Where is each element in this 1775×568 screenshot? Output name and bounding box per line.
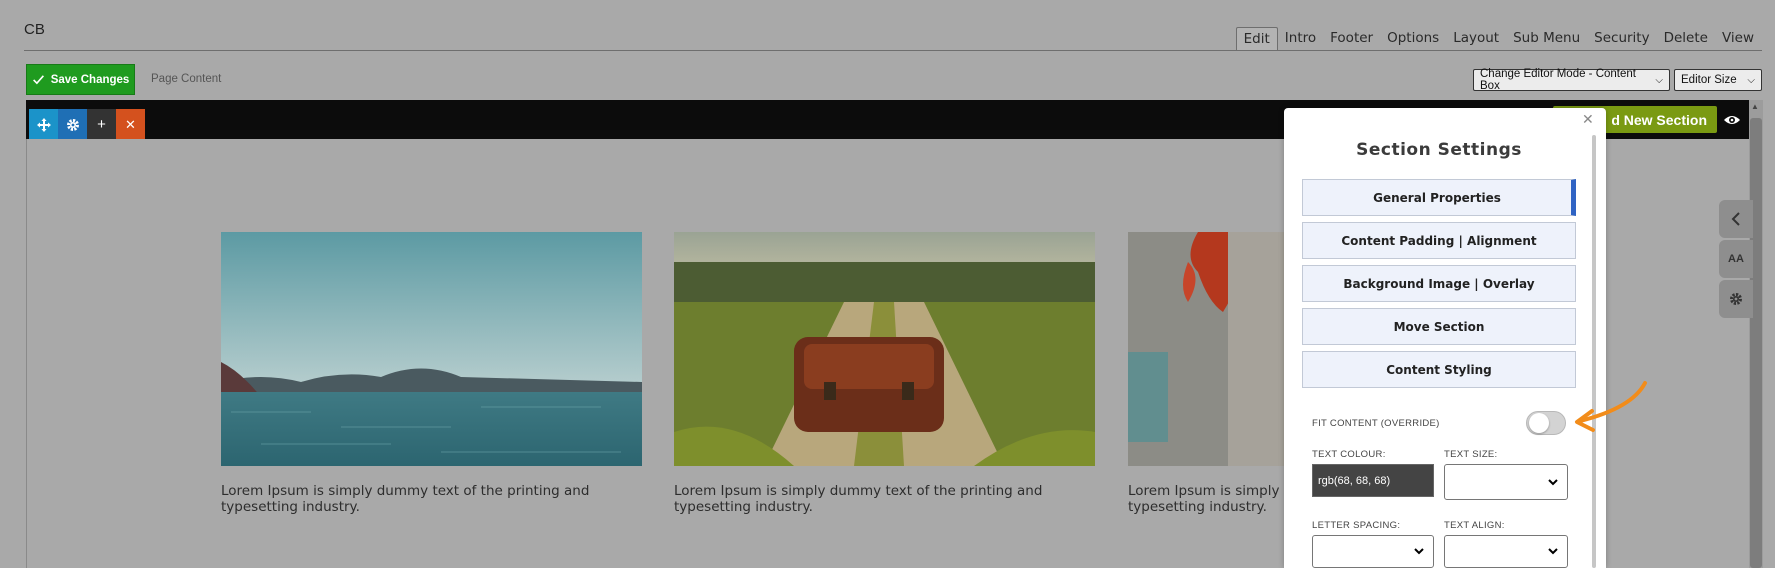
header-divider xyxy=(24,50,1762,51)
chevron-left-icon[interactable] xyxy=(1719,200,1753,238)
add-section-label: d New Section xyxy=(1611,111,1707,128)
editor-size-value: Editor Size xyxy=(1681,74,1737,86)
chevron-down-icon: ⌵ xyxy=(1655,74,1663,86)
fit-content-label: FIT CONTENT (OVERRIDE) xyxy=(1312,418,1440,429)
content-styling-button[interactable]: Content Styling xyxy=(1302,351,1576,388)
tab-sub-menu[interactable]: Sub Menu xyxy=(1506,27,1587,51)
gear-icon[interactable] xyxy=(1719,280,1753,318)
letter-spacing-label: LETTER SPACING: xyxy=(1312,520,1401,531)
content-padding-button[interactable]: Content Padding | Alignment xyxy=(1302,222,1576,259)
page-scroll-thumb[interactable] xyxy=(1750,118,1762,568)
general-properties-button[interactable]: General Properties xyxy=(1302,179,1576,216)
chevron-down-icon xyxy=(1548,478,1558,485)
card-image-bag xyxy=(674,232,1095,466)
card-text-3: Lorem Ipsum is simply typesetting indust… xyxy=(1128,483,1288,515)
chevron-down-icon xyxy=(1548,548,1558,555)
main-nav-tabs: Edit Intro Footer Options Layout Sub Men… xyxy=(1235,27,1761,51)
move-section-button[interactable]: Move Section xyxy=(1302,308,1576,345)
move-icon[interactable] xyxy=(29,109,58,140)
panel-scrollbar[interactable] xyxy=(1592,135,1596,568)
tab-footer[interactable]: Footer xyxy=(1323,27,1380,51)
letter-spacing-select[interactable] xyxy=(1312,535,1434,568)
save-changes-button[interactable]: Save Changes xyxy=(26,64,135,95)
tab-view[interactable]: View xyxy=(1715,27,1761,51)
editor-size-select[interactable]: Editor Size ⌵ xyxy=(1674,69,1762,91)
chevron-down-icon: ⌵ xyxy=(1747,74,1755,86)
scroll-up-icon[interactable]: ▲ xyxy=(1751,102,1759,111)
site-name: CB xyxy=(24,21,45,38)
side-tabs: AA xyxy=(1719,200,1753,320)
tab-intro[interactable]: Intro xyxy=(1278,27,1323,51)
tab-options[interactable]: Options xyxy=(1380,27,1446,51)
text-colour-input[interactable]: rgb(68, 68, 68) xyxy=(1312,464,1434,497)
card-image-leaf xyxy=(1128,232,1288,466)
checkmark-icon xyxy=(32,75,44,85)
text-align-label: TEXT ALIGN: xyxy=(1444,520,1505,531)
card-text-3-line-2: typesetting industry. xyxy=(1128,499,1267,515)
section-tools: + ✕ xyxy=(29,109,145,140)
toggle-knob[interactable] xyxy=(1529,413,1549,433)
save-changes-label: Save Changes xyxy=(50,73,130,86)
tab-security[interactable]: Security xyxy=(1587,27,1656,51)
tab-delete[interactable]: Delete xyxy=(1657,27,1715,51)
text-size-label: TEXT SIZE: xyxy=(1444,449,1498,460)
gear-icon[interactable] xyxy=(58,109,87,140)
chevron-down-icon xyxy=(1414,548,1424,555)
close-icon[interactable]: ✕ xyxy=(116,109,145,140)
background-image-button[interactable]: Background Image | Overlay xyxy=(1302,265,1576,302)
font-size-label: AA xyxy=(1728,253,1744,265)
eye-icon[interactable] xyxy=(1723,111,1741,129)
card-image-sea xyxy=(221,232,642,466)
close-icon[interactable]: ✕ xyxy=(1582,111,1594,128)
editor-mode-select[interactable]: Change Editor Mode - Content Box ⌵ xyxy=(1473,68,1670,92)
tab-edit[interactable]: Edit xyxy=(1235,27,1278,51)
panel-title: Section Settings xyxy=(1356,140,1522,160)
font-size-icon[interactable]: AA xyxy=(1719,240,1753,278)
annotation-arrow-icon xyxy=(1575,381,1647,432)
card-text-2: Lorem Ipsum is simply dummy text of the … xyxy=(674,483,1043,515)
text-colour-label: TEXT COLOUR: xyxy=(1312,449,1386,460)
plus-icon[interactable]: + xyxy=(87,109,116,140)
text-size-select[interactable] xyxy=(1444,464,1568,500)
text-align-select[interactable] xyxy=(1444,535,1568,568)
tab-layout[interactable]: Layout xyxy=(1446,27,1506,51)
card-text-3-line-1: Lorem Ipsum is simply xyxy=(1128,483,1280,499)
page-content-label: Page Content xyxy=(151,73,222,85)
card-text-1: Lorem Ipsum is simply dummy text of the … xyxy=(221,483,590,515)
editor-mode-value: Change Editor Mode - Content Box xyxy=(1480,68,1636,92)
